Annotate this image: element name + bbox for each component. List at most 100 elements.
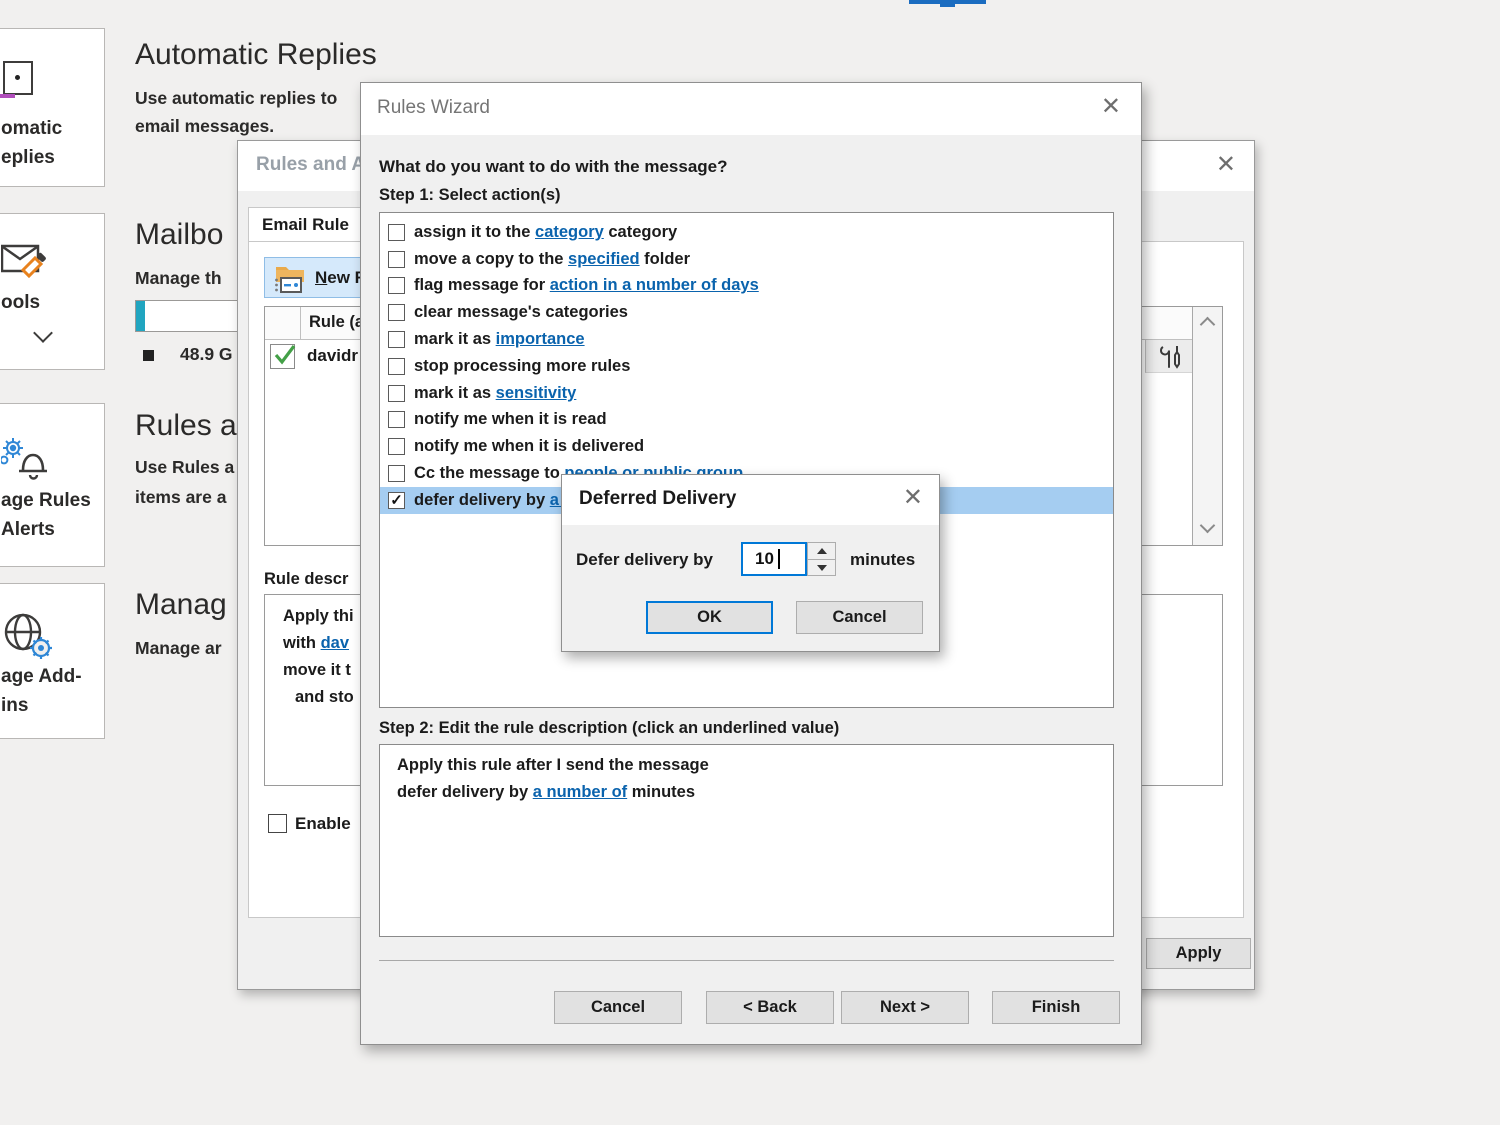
checkbox-checked-icon[interactable]: ✓ bbox=[388, 492, 405, 509]
defer-minutes-input[interactable] bbox=[741, 542, 807, 576]
next-button[interactable]: Next > bbox=[841, 991, 969, 1024]
action-label: assign it to the category category bbox=[414, 223, 677, 242]
action-label: stop processing more rules bbox=[414, 357, 630, 376]
tile-automatic-replies[interactable]: omaticeplies bbox=[0, 28, 105, 187]
deferred-delivery-title: Deferred Delivery bbox=[579, 488, 736, 510]
mailbox-storage-bar bbox=[135, 300, 239, 332]
action-label: mark it as sensitivity bbox=[414, 384, 576, 403]
checkbox-icon[interactable] bbox=[388, 385, 405, 402]
rule-name: davidr bbox=[307, 346, 358, 366]
automatic-replies-icon bbox=[1, 61, 35, 101]
underlined-value-link[interactable]: action in a number of days bbox=[550, 276, 759, 294]
step2-label: Step 2: Edit the rule description (click… bbox=[379, 719, 839, 738]
back-button[interactable]: < Back bbox=[706, 991, 834, 1024]
defer-field-label: Defer delivery by bbox=[576, 550, 713, 570]
storage-legend-square bbox=[143, 350, 154, 361]
tile-mailbox-cleanup[interactable]: ools bbox=[0, 213, 105, 370]
tile-label: ools bbox=[1, 288, 40, 317]
action-label: move a copy to the specified folder bbox=[414, 250, 690, 269]
section-text: Use Rules a bbox=[135, 457, 234, 478]
scroll-up-icon[interactable] bbox=[1200, 317, 1216, 333]
enable-checkbox[interactable] bbox=[268, 814, 287, 833]
scroll-down-icon[interactable] bbox=[1200, 518, 1216, 534]
action-row[interactable]: clear message's categories bbox=[380, 299, 1113, 326]
section-title-manage: Manag bbox=[135, 588, 227, 622]
ok-button[interactable]: OK bbox=[646, 601, 773, 634]
rules-list-scrollbar[interactable] bbox=[1192, 307, 1222, 545]
section-text: items are a bbox=[135, 487, 226, 508]
action-label: clear message's categories bbox=[414, 303, 628, 322]
close-icon[interactable]: ✕ bbox=[1216, 153, 1236, 177]
checkbox-icon[interactable] bbox=[388, 438, 405, 455]
tile-manage-rules-alerts[interactable]: age RulesAlerts bbox=[0, 403, 105, 567]
column-header-actions[interactable] bbox=[1145, 340, 1194, 373]
underlined-value-link[interactable]: sensitivity bbox=[496, 384, 577, 402]
checkbox-icon[interactable] bbox=[388, 277, 405, 294]
checkbox-icon[interactable] bbox=[388, 251, 405, 268]
action-label: notify me when it is read bbox=[414, 410, 607, 429]
action-label: mark it as importance bbox=[414, 330, 585, 349]
storage-amount: 48.9 G bbox=[180, 344, 233, 365]
rules-wizard-title: Rules Wizard bbox=[377, 97, 490, 119]
section-text: Manage ar bbox=[135, 638, 222, 659]
separator bbox=[379, 960, 1114, 961]
cancel-button[interactable]: Cancel bbox=[796, 601, 923, 634]
wizard-question: What do you want to do with the message? bbox=[379, 157, 728, 177]
checkbox-icon[interactable] bbox=[388, 304, 405, 321]
close-icon[interactable]: ✕ bbox=[903, 486, 923, 510]
finish-button[interactable]: Finish bbox=[992, 991, 1120, 1024]
checkbox-icon[interactable] bbox=[388, 224, 405, 241]
apply-button[interactable]: Apply bbox=[1146, 938, 1251, 969]
action-label: flag message for action in a number of d… bbox=[414, 276, 759, 295]
rule-description-editor: Apply this rule after I send the message… bbox=[379, 744, 1114, 937]
section-title-rules: Rules a bbox=[135, 409, 237, 443]
action-row[interactable]: notify me when it is delivered bbox=[380, 433, 1113, 460]
minutes-unit-label: minutes bbox=[850, 550, 915, 570]
underlined-value-link[interactable]: category bbox=[535, 223, 604, 241]
new-rule-folder-icon bbox=[273, 263, 307, 294]
action-row[interactable]: move a copy to the specified folder bbox=[380, 246, 1113, 273]
checkbox-icon[interactable] bbox=[388, 465, 405, 482]
tile-manage-addins[interactable]: age Add-ins bbox=[0, 583, 105, 739]
mailbox-cleanup-tools-icon bbox=[1, 242, 49, 282]
action-label: notify me when it is delivered bbox=[414, 437, 644, 456]
underlined-value-link[interactable]: importance bbox=[496, 330, 585, 348]
section-text: email messages. bbox=[135, 116, 274, 137]
step1-label: Step 1: Select action(s) bbox=[379, 186, 561, 205]
rule-enabled-checkbox[interactable] bbox=[270, 344, 295, 369]
underlined-value-link[interactable]: specified bbox=[568, 250, 640, 268]
spin-up-button[interactable] bbox=[807, 542, 836, 560]
spin-down-button[interactable] bbox=[807, 559, 836, 576]
checkbox-icon[interactable] bbox=[388, 358, 405, 375]
manage-rules-alerts-icon bbox=[1, 434, 57, 482]
column-header-rule[interactable]: Rule (a bbox=[309, 313, 364, 332]
deferred-delivery-dialog: Deferred Delivery ✕ Defer delivery by mi… bbox=[561, 474, 940, 652]
section-text: Use automatic replies to bbox=[135, 88, 337, 109]
checkbox-icon[interactable] bbox=[388, 411, 405, 428]
action-row[interactable]: mark it as importance bbox=[380, 326, 1113, 353]
checkbox-icon[interactable] bbox=[388, 331, 405, 348]
cancel-button[interactable]: Cancel bbox=[554, 991, 682, 1024]
enable-label: Enable bbox=[295, 814, 351, 834]
section-title-mailbox: Mailbo bbox=[135, 218, 223, 252]
tile-label: age RulesAlerts bbox=[1, 486, 91, 544]
manage-addins-icon bbox=[1, 610, 57, 662]
description-line: defer delivery by a number of minutes bbox=[397, 779, 1113, 806]
underlined-value-link[interactable]: a number of bbox=[533, 783, 627, 801]
description-line: Apply this rule after I send the message bbox=[397, 752, 1113, 779]
underlined-value-link[interactable]: dav bbox=[321, 634, 349, 652]
rules-and-alerts-title: Rules and A bbox=[256, 154, 365, 176]
close-icon[interactable]: ✕ bbox=[1101, 95, 1121, 119]
action-row[interactable]: stop processing more rules bbox=[380, 353, 1113, 380]
chevron-down-icon[interactable] bbox=[36, 326, 50, 340]
text-caret bbox=[778, 549, 780, 569]
action-row[interactable]: assign it to the category category bbox=[380, 219, 1113, 246]
action-row[interactable]: notify me when it is read bbox=[380, 407, 1113, 434]
screen: omaticeplies ools bbox=[0, 0, 1500, 1125]
tile-label: omaticeplies bbox=[1, 114, 62, 172]
tools-icon bbox=[1159, 344, 1183, 375]
rule-description-label: Rule descr bbox=[264, 570, 348, 589]
action-row[interactable]: mark it as sensitivity bbox=[380, 380, 1113, 407]
action-row[interactable]: flag message for action in a number of d… bbox=[380, 273, 1113, 300]
tile-label: age Add-ins bbox=[1, 662, 82, 720]
